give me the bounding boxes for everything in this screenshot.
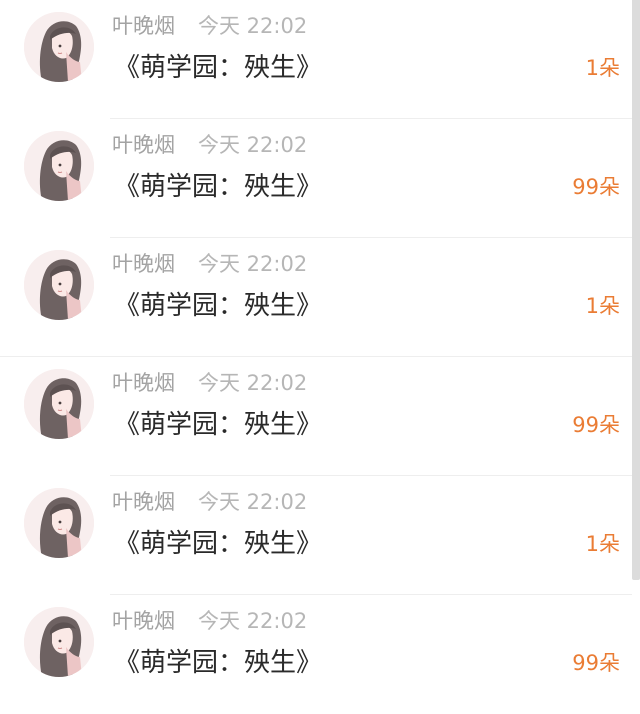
sender-name: 叶晚烟	[112, 133, 175, 157]
avatar[interactable]	[24, 250, 94, 320]
girl-avatar-icon	[24, 12, 94, 82]
avatar[interactable]	[24, 131, 94, 201]
timestamp: 今天 22:02	[198, 609, 308, 633]
message-text: 《萌学园：殃生》	[114, 53, 323, 83]
list-item[interactable]: 叶晚烟 今天 22:02 《萌学园：殃生》 1朵	[0, 238, 632, 357]
list-item[interactable]: 叶晚烟 今天 22:02 《萌学园：殃生》 99朵	[0, 357, 632, 476]
timestamp: 今天 22:02	[198, 14, 308, 38]
message-text: 《萌学园：殃生》	[114, 648, 323, 678]
gift-count: 99朵	[572, 651, 620, 675]
girl-avatar-icon	[24, 131, 94, 201]
gift-count: 99朵	[572, 175, 620, 199]
scrollbar[interactable]	[632, 0, 640, 580]
timestamp: 今天 22:02	[198, 371, 308, 395]
list-item[interactable]: 叶晚烟 今天 22:02 《萌学园：殃生》 1朵	[0, 476, 632, 595]
avatar[interactable]	[24, 369, 94, 439]
list-item[interactable]: 叶晚烟 今天 22:02 《萌学园：殃生》 99朵	[0, 595, 632, 714]
girl-avatar-icon	[24, 488, 94, 558]
message-text: 《萌学园：殃生》	[114, 410, 323, 440]
message-text: 《萌学园：殃生》	[114, 529, 323, 559]
gift-count: 99朵	[572, 413, 620, 437]
message-text: 《萌学园：殃生》	[114, 291, 323, 321]
gift-message-feed: 叶晚烟 今天 22:02 《萌学园：殃生》 1朵 叶晚烟 今天 22:02 《萌…	[0, 0, 640, 704]
sender-name: 叶晚烟	[112, 14, 175, 38]
list-item[interactable]: 叶晚烟 今天 22:02 《萌学园：殃生》 1朵	[0, 0, 632, 119]
girl-avatar-icon	[24, 369, 94, 439]
sender-name: 叶晚烟	[112, 371, 175, 395]
avatar[interactable]	[24, 607, 94, 677]
sender-name: 叶晚烟	[112, 609, 175, 633]
sender-name: 叶晚烟	[112, 490, 175, 514]
gift-count: 1朵	[585, 56, 620, 80]
avatar[interactable]	[24, 12, 94, 82]
timestamp: 今天 22:02	[198, 490, 308, 514]
message-text: 《萌学园：殃生》	[114, 172, 323, 202]
timestamp: 今天 22:02	[198, 133, 308, 157]
sender-name: 叶晚烟	[112, 252, 175, 276]
girl-avatar-icon	[24, 250, 94, 320]
girl-avatar-icon	[24, 607, 94, 677]
list-item[interactable]: 叶晚烟 今天 22:02 《萌学园：殃生》 99朵	[0, 119, 632, 238]
timestamp: 今天 22:02	[198, 252, 308, 276]
gift-count: 1朵	[585, 294, 620, 318]
avatar[interactable]	[24, 488, 94, 558]
gift-count: 1朵	[585, 532, 620, 556]
